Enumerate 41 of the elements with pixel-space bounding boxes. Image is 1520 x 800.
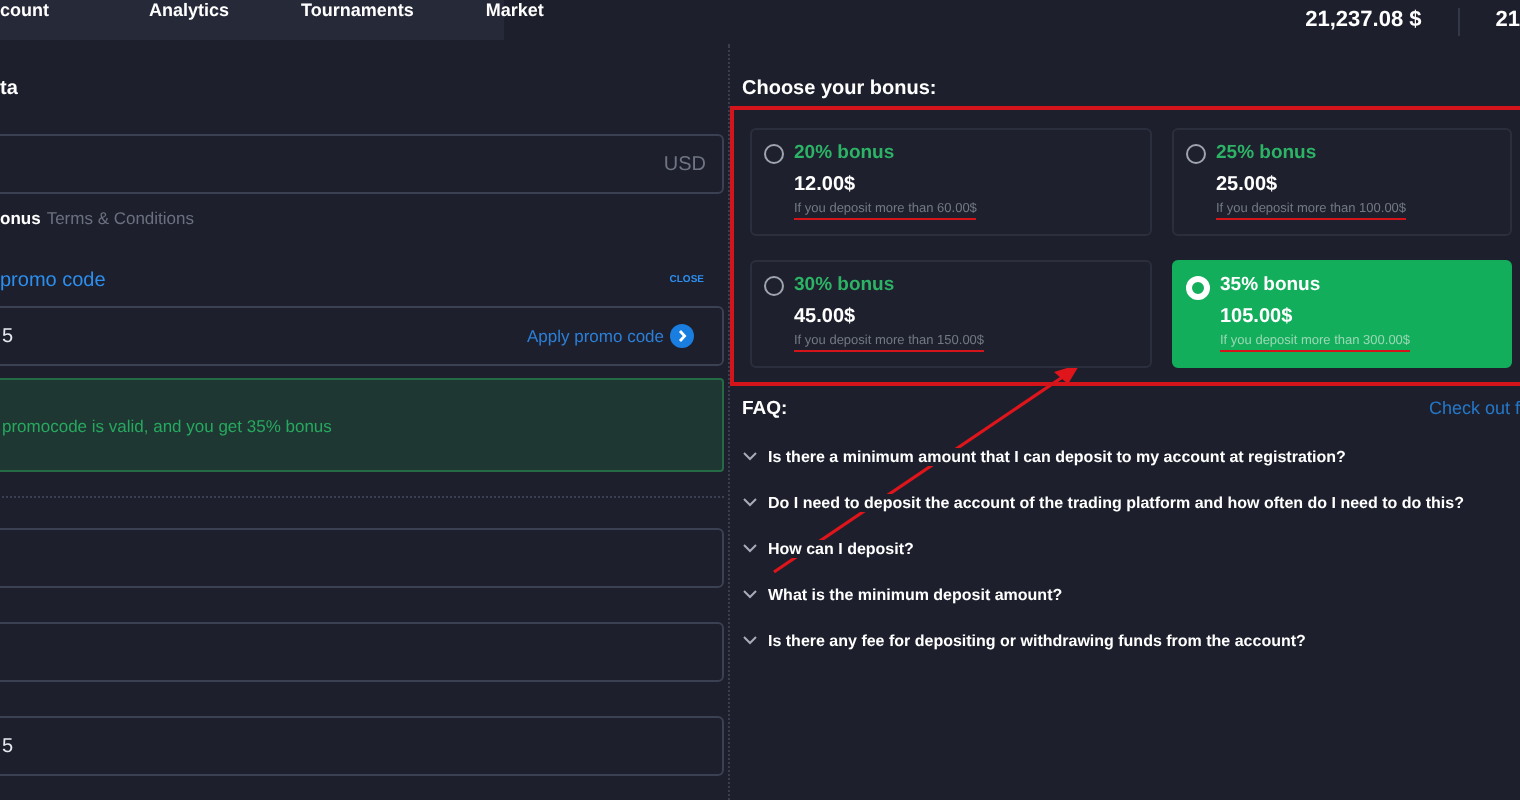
nav-tab[interactable]: Tournaments: [297, 0, 434, 40]
currency-label: USD: [663, 153, 706, 175]
bonus-label: onus: [0, 208, 41, 228]
faq-item[interactable]: Is there a minimum amount that I can deposit to my account at registration?: [742, 434, 1520, 480]
promo-field[interactable]: 5 Apply promo code: [0, 306, 724, 366]
chevron-down-icon: [742, 498, 758, 508]
bonus-label: 35% bonus: [1220, 274, 1323, 296]
radio-button[interactable]: [764, 144, 784, 164]
input-field[interactable]: 5: [0, 716, 724, 776]
faq-item[interactable]: What is the minimum deposit amount?: [742, 572, 1520, 618]
input-field[interactable]: [0, 622, 724, 682]
input-field[interactable]: [0, 528, 724, 588]
nav-tab[interactable]: count: [0, 0, 69, 40]
success-message: promocode is valid, and you get 35% bonus: [2, 415, 332, 435]
chevron-down-icon: [742, 452, 758, 462]
chevron-down-icon: [742, 544, 758, 554]
check-out-link[interactable]: Check out f: [1428, 398, 1520, 434]
bonus-amount: 25.00$: [1216, 174, 1280, 196]
chevron-right-icon: [670, 324, 694, 348]
balance-amount: 21: [1493, 8, 1520, 36]
chevron-down-icon: [742, 590, 758, 600]
bonus-label: 25% bonus: [1216, 142, 1319, 164]
promo-title: promo code: [0, 269, 106, 291]
section-title: Choose your bonus:: [742, 76, 939, 104]
bonus-amount: 45.00$: [794, 306, 858, 328]
section-title: ta: [0, 76, 20, 104]
faq-title: FAQ:: [742, 398, 788, 424]
balance-amount: 21,237.08 $: [1305, 8, 1460, 36]
nav-tab[interactable]: Market: [481, 0, 564, 40]
faq-item[interactable]: Is there any fee for depositing or withdrawing funds from the account?: [742, 618, 1520, 664]
chevron-down-icon: [742, 636, 758, 646]
bonus-amount: 12.00$: [794, 174, 858, 196]
bonus-label: 20% bonus: [794, 142, 897, 164]
faq-item[interactable]: Do I need to deposit the account of the trading platform and how often do I need to do this?: [742, 480, 1520, 526]
faq-item[interactable]: How can I deposit?: [742, 526, 1520, 572]
apply-promo-link[interactable]: Apply promo code: [526, 324, 694, 348]
bonus-label: 30% bonus: [794, 274, 897, 296]
radio-button[interactable]: [764, 276, 784, 296]
bonus-amount: 105.00$: [1220, 306, 1295, 328]
nav-tab[interactable]: Analytics: [145, 0, 250, 40]
radio-button[interactable]: [1186, 144, 1206, 164]
